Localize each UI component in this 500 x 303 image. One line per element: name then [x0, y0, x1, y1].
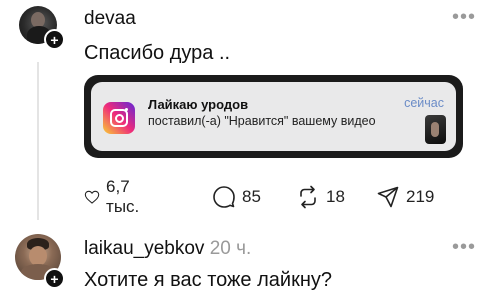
share-button[interactable]: 219 — [376, 184, 434, 210]
follow-plus-icon[interactable]: + — [44, 268, 65, 289]
notification-title: Лайкаю уродов — [148, 97, 249, 112]
comment-button[interactable]: 85 — [212, 184, 261, 210]
comment-icon — [213, 186, 235, 208]
post-more-icon[interactable]: ••• — [452, 6, 476, 29]
notification-image[interactable]: Лайкаю уродов поставил(-а) "Нравится" ва… — [84, 75, 463, 158]
notification-body: поставил(-а) "Нравится" вашему видео — [148, 114, 376, 128]
post-text: Спасибо дура .. — [84, 42, 231, 64]
reply-username[interactable]: laikau_yebkov 20 ч. — [84, 238, 251, 260]
notification-card: Лайкаю уродов поставил(-а) "Нравится" ва… — [91, 82, 456, 151]
repost-button[interactable]: 18 — [296, 184, 345, 210]
thread-line — [37, 62, 39, 220]
instagram-icon — [103, 102, 135, 134]
notification-time: сейчас — [404, 96, 444, 110]
repost-count: 18 — [326, 187, 345, 206]
video-thumbnail — [425, 115, 446, 144]
share-count: 219 — [406, 187, 435, 206]
reply-username-text[interactable]: laikau_yebkov — [84, 238, 204, 259]
like-count: 6,7 тыс. — [106, 177, 140, 216]
send-icon — [377, 186, 399, 208]
heart-icon — [84, 190, 100, 204]
like-button[interactable]: 6,7 тыс. — [84, 177, 147, 216]
repost-icon — [300, 185, 316, 209]
reply-more-icon[interactable]: ••• — [452, 236, 476, 259]
reply-text: Хотите я вас тоже лайкну? — [84, 269, 332, 291]
follow-plus-icon[interactable]: + — [44, 29, 65, 50]
post-username[interactable]: devaa — [84, 8, 136, 30]
reply-time: 20 ч. — [209, 238, 252, 259]
comment-count: 85 — [242, 187, 261, 206]
